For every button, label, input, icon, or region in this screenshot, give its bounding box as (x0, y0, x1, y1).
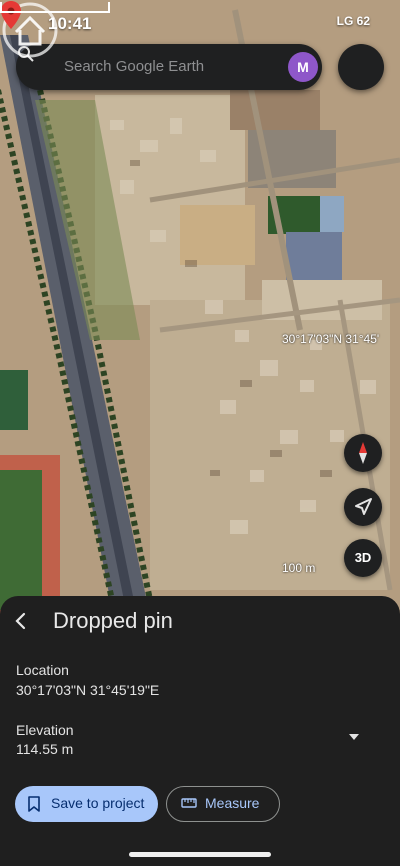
dropdown-arrow-icon[interactable] (348, 732, 360, 742)
avatar[interactable]: M (288, 52, 318, 82)
elevation-label: Elevation (16, 722, 74, 738)
sheet-title: Dropped pin (53, 608, 173, 633)
back-arrow-icon[interactable] (10, 610, 32, 632)
elevation-value: 114.55 m (16, 741, 74, 757)
status-indicators: LG 62 (336, 14, 370, 28)
coordinate-overlay: 30°17'03"N 31°45' (282, 332, 380, 346)
search-bar[interactable]: Search Google Earth M (16, 44, 322, 90)
save-button-label: Save to project (51, 795, 145, 811)
bookmark-icon (28, 796, 40, 812)
layers-button[interactable] (338, 44, 384, 90)
navigation-arrow-icon (355, 498, 372, 515)
scale-bar (0, 2, 110, 13)
ruler-icon (181, 798, 197, 808)
measure-button[interactable]: Measure (166, 786, 280, 822)
3d-toggle-button[interactable]: 3D (344, 539, 382, 577)
my-location-button[interactable] (344, 488, 382, 526)
satellite-imagery (0, 0, 400, 640)
location-label: Location (16, 662, 69, 678)
compass-icon (359, 442, 367, 464)
compass-button[interactable] (344, 434, 382, 472)
scale-label: 100 m (282, 561, 316, 575)
save-to-project-button[interactable]: Save to project (15, 786, 158, 822)
satellite-map[interactable]: 10:41 LG 62 Search Google Earth M 30°17'… (0, 0, 400, 640)
measure-button-label: Measure (205, 795, 260, 811)
dropped-pin-sheet: Dropped pin Location 30°17'03"N 31°45'19… (0, 596, 400, 866)
home-indicator[interactable] (129, 852, 271, 857)
location-value: 30°17'03"N 31°45'19"E (16, 682, 160, 698)
search-input[interactable]: Search Google Earth (64, 58, 204, 75)
